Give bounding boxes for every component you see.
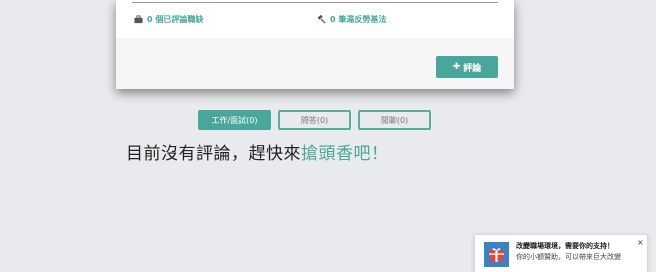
notification-body: 你的小額贊助，可以帶來巨大改變 (516, 253, 621, 261)
tab-chat-label: 閒聊(0) (380, 115, 409, 125)
first-review-link[interactable]: 搶頭香吧！ (301, 144, 389, 164)
reviewed-jobs-label: 0 個已評論職缺 (147, 15, 204, 24)
gavel-icon (317, 15, 326, 24)
add-review-button[interactable]: ✚ 評論 (436, 56, 498, 78)
close-icon[interactable]: × (637, 238, 644, 247)
empty-state-message: 目前沒有評論，趕快來搶頭香吧！ (126, 139, 389, 164)
reviewed-jobs-stat[interactable]: 0 個已評論職缺 (134, 14, 203, 25)
tab-work-interview-label: 工作/面試(0) (211, 115, 258, 125)
briefcase-icon (134, 15, 143, 24)
add-review-label: 評論 (463, 63, 482, 74)
tab-qa-label: 問答(0) (300, 115, 329, 125)
company-summary-card: 0 個已評論職缺 0 筆違反勞基法 ✚ 評論 (116, 0, 514, 89)
donation-notification[interactable]: 改變職場環境，需要你的支持！ 你的小額贊助，可以帶來巨大改變 × (474, 234, 648, 272)
divider (132, 2, 498, 3)
labor-law-violations-stat[interactable]: 0 筆違反勞基法 (317, 14, 386, 25)
plus-icon: ✚ (452, 62, 461, 72)
tab-qa[interactable]: 問答(0) (278, 110, 351, 130)
empty-state-text: 目前沒有評論，趕快來 (126, 144, 301, 164)
tab-work-interview[interactable]: 工作/面試(0) (198, 110, 271, 130)
tab-chat[interactable]: 閒聊(0) (358, 110, 431, 130)
gift-icon (484, 242, 509, 267)
card-footer: ✚ 評論 (116, 38, 514, 89)
notification-title: 改變職場環境，需要你的支持！ (516, 242, 614, 250)
violations-label: 0 筆違反勞基法 (330, 15, 387, 24)
card-stats-row: 0 個已評論職缺 0 筆違反勞基法 (116, 0, 514, 38)
